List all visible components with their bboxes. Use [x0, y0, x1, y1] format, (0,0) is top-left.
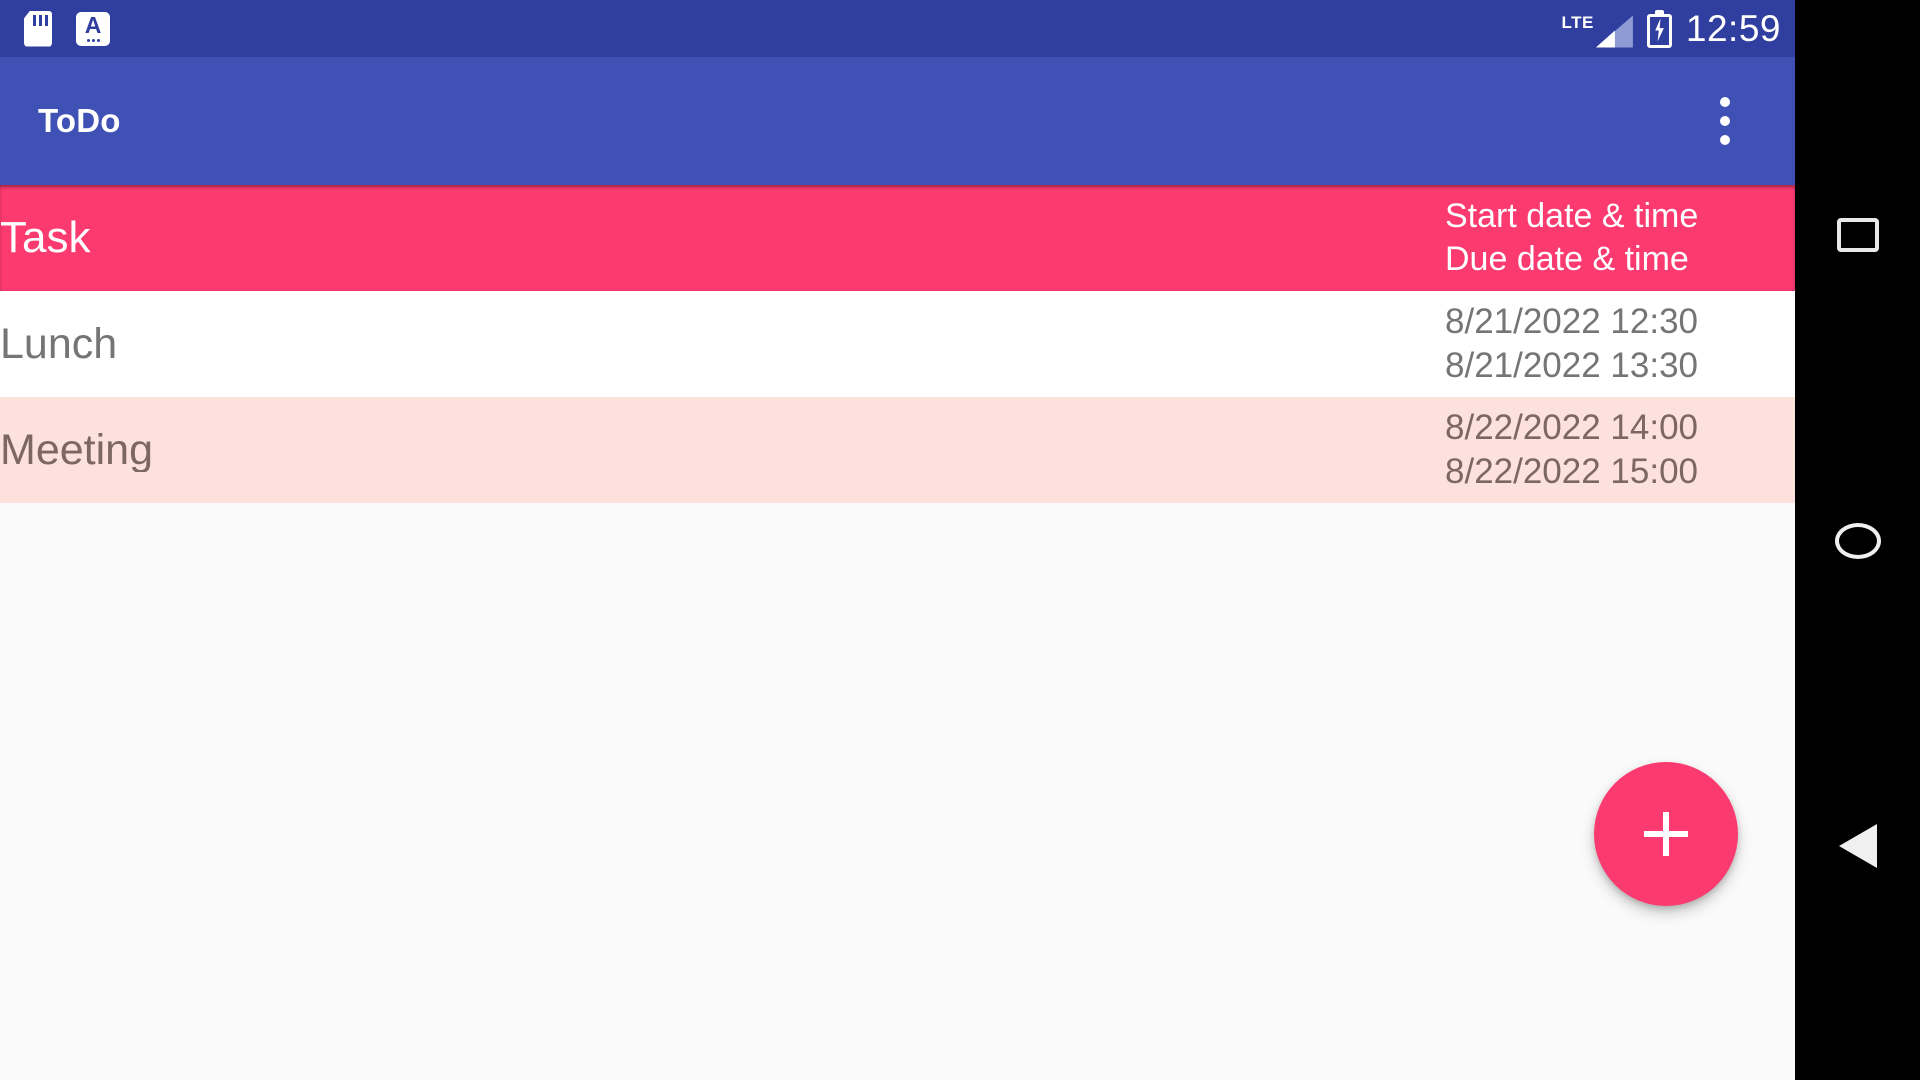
table-row[interactable]: Meeting 8/22/2022 14:00 8/22/2022 15:00	[0, 397, 1795, 503]
task-due-datetime: 8/22/2022 15:00	[1445, 452, 1699, 491]
recents-button[interactable]	[1795, 172, 1920, 297]
signal-strength-icon: LTE	[1562, 10, 1633, 48]
task-table-header: Task Start date & time Due date & time	[0, 185, 1795, 291]
sd-card-icon	[24, 10, 52, 47]
task-dates: 8/22/2022 14:00 8/22/2022 15:00	[1445, 406, 1795, 494]
status-bar-left-icons: A	[24, 10, 110, 47]
column-header-due: Due date & time	[1445, 240, 1689, 278]
table-top-shadow	[0, 185, 1795, 190]
battery-charging-icon	[1646, 9, 1672, 48]
task-name: Lunch	[0, 322, 118, 366]
app-title: ToDo	[38, 102, 121, 139]
task-table: Task Start date & time Due date & time L…	[0, 185, 1795, 503]
square-icon	[1836, 217, 1879, 252]
app-bar: ToDo	[0, 57, 1795, 185]
task-start-datetime: 8/22/2022 14:00	[1445, 407, 1699, 447]
column-header-dates: Start date & time Due date & time	[1445, 195, 1795, 281]
status-bar: A LTE 12:59	[0, 0, 1795, 57]
task-dates: 8/21/2022 12:30 8/21/2022 13:30	[1445, 300, 1795, 388]
android-navigation-bar	[1795, 0, 1920, 1080]
task-due-datetime: 8/21/2022 13:30	[1445, 346, 1699, 385]
overflow-menu-icon[interactable]	[1699, 90, 1751, 152]
circle-icon	[1834, 522, 1881, 559]
column-header-start: Start date & time	[1445, 197, 1699, 236]
plus-icon	[1644, 812, 1688, 856]
task-name: Meeting	[0, 428, 153, 472]
status-bar-right-icons: LTE 12:59	[1562, 8, 1781, 49]
device-content-area: A LTE 12:59 ToDo Task Start date & time …	[0, 0, 1795, 1080]
task-start-datetime: 8/21/2022 12:30	[1445, 301, 1699, 341]
back-button[interactable]	[1795, 783, 1920, 908]
triangle-left-icon	[1838, 823, 1877, 868]
add-task-fab[interactable]	[1594, 762, 1738, 906]
home-button[interactable]	[1795, 478, 1920, 603]
table-row[interactable]: Lunch 8/21/2022 12:30 8/21/2022 13:30	[0, 291, 1795, 397]
alphabet-icon-letter: A	[84, 11, 102, 38]
lte-label: LTE	[1561, 12, 1594, 32]
status-bar-clock: 12:59	[1685, 8, 1781, 49]
alphabet-input-icon: A	[76, 11, 110, 46]
screen: A LTE 12:59 ToDo Task Start date & time …	[0, 0, 1920, 1080]
column-header-task: Task	[0, 216, 91, 260]
